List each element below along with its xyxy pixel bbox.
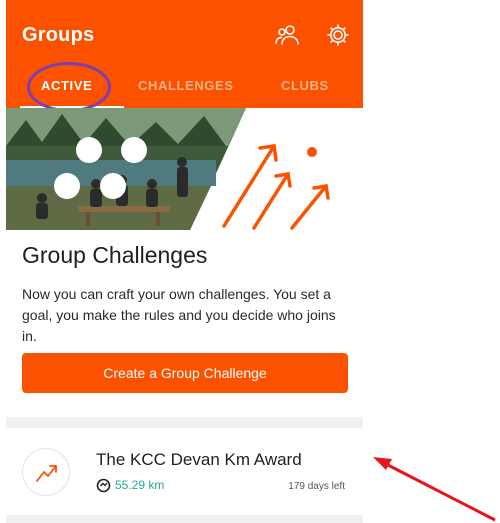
- groups-screen: Groups ACTIVE CHALLENGES CLUBS Group Cha…: [6, 0, 363, 523]
- page-title: Groups: [22, 24, 95, 46]
- tab-clubs[interactable]: CLUBS: [281, 78, 329, 93]
- tab-challenges[interactable]: CHALLENGES: [138, 78, 234, 93]
- challenge-distance: 55.29 km: [115, 478, 165, 492]
- hero-banner: [6, 108, 363, 230]
- section-divider-bottom: [6, 515, 363, 523]
- create-group-challenge-button[interactable]: Create a Group Challenge: [22, 353, 348, 393]
- challenge-title: The KCC Devan Km Award: [96, 450, 302, 469]
- friends-icon[interactable]: [274, 22, 302, 48]
- hero-illustration: [6, 108, 363, 230]
- promo-description: Now you can craft your own challenges. Y…: [22, 286, 336, 344]
- distance-icon: [96, 478, 111, 493]
- promo-heading: Group Challenges: [22, 242, 208, 268]
- gear-icon[interactable]: [324, 22, 352, 48]
- challenge-row[interactable]: The KCC Devan Km Award 55.29 km 179 days…: [6, 428, 363, 515]
- trend-arrow-icon: [22, 448, 70, 496]
- days-left-label: 179 days left: [288, 481, 345, 492]
- section-divider: [6, 417, 363, 428]
- highlight-ellipse: [27, 62, 111, 112]
